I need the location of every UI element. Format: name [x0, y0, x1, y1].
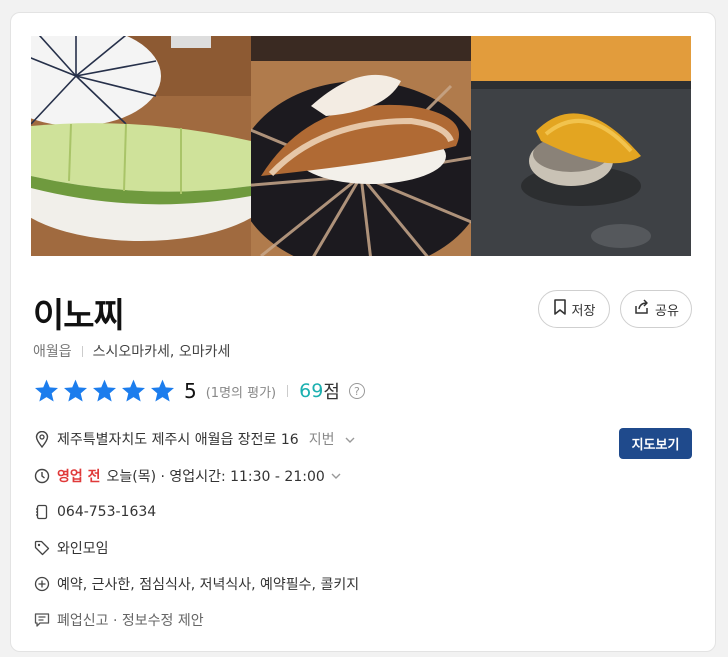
hours-text: 오늘(목) · 영업시간: 11:30 - 21:00 [106, 469, 325, 485]
address-toggle-label: 지번 [308, 432, 335, 448]
place-card: 이노찌 저장 공유 애월읍 스시오마카세, 오마카세 5 (1명의 평가) 69… [10, 12, 716, 652]
review-count[interactable]: (1명의 평가) [206, 382, 276, 401]
hours-row[interactable]: 영업 전 오늘(목) · 영업시간: 11:30 - 21:00 [33, 466, 341, 486]
points-value: 69 [299, 380, 324, 402]
area-label: 애월읍 [33, 344, 72, 360]
location-pin-icon [33, 430, 51, 448]
star-icon [64, 379, 87, 402]
rating-score: 5 [184, 379, 197, 403]
phone-row: 064-753-1634 [33, 502, 156, 522]
report-text[interactable]: 폐업신고 · 정보수정 제안 [57, 610, 204, 630]
place-name: 이노찌 [33, 296, 125, 336]
address-row: 제주특별자치도 제주시 애월읍 장전로 16 지번 [33, 429, 355, 449]
clock-icon [33, 467, 51, 485]
save-button[interactable]: 저장 [538, 290, 610, 328]
share-button[interactable]: 공유 [620, 290, 692, 328]
open-status: 영업 전 [57, 469, 101, 485]
save-label: 저장 [571, 303, 596, 319]
plus-circle-icon [33, 575, 51, 593]
photo-1[interactable] [31, 36, 251, 256]
share-icon [633, 299, 650, 319]
bookmark-icon [553, 299, 567, 319]
share-label: 공유 [655, 303, 679, 319]
star-icon [93, 379, 116, 402]
category-label: 스시오마카세, 오마카세 [92, 344, 231, 360]
address-text: 제주특별자치도 제주시 애월읍 장전로 16 [57, 432, 299, 448]
tags-row: 와인모임 [33, 538, 109, 558]
star-rating [33, 378, 176, 404]
rating-row: 5 (1명의 평가) 69 점 ? [33, 377, 365, 405]
points-unit: 점 [323, 382, 340, 403]
category-line: 애월읍 스시오마카세, 오마카세 [33, 341, 230, 361]
tags-text: 와인모임 [57, 541, 109, 557]
help-icon[interactable]: ? [348, 383, 365, 399]
star-icon [35, 379, 58, 402]
phone-icon [33, 503, 51, 521]
address-toggle[interactable]: 지번 [309, 429, 355, 449]
star-icon [151, 379, 174, 402]
features-text: 예약, 근사한, 점심식사, 저녁식사, 예약필수, 콜키지 [57, 577, 360, 593]
features-row: 예약, 근사한, 점심식사, 저녁식사, 예약필수, 콜키지 [33, 574, 359, 594]
map-view-button[interactable]: 지도보기 [619, 428, 692, 459]
tag-icon [33, 539, 51, 557]
photo-gallery [31, 36, 691, 256]
report-row[interactable]: 폐업신고 · 정보수정 제안 [33, 610, 204, 630]
photo-2[interactable] [251, 36, 471, 256]
chevron-down-icon [345, 437, 355, 443]
photo-3[interactable] [471, 36, 691, 256]
star-icon [122, 379, 145, 402]
phone-number[interactable]: 064-753-1634 [57, 504, 156, 520]
divider [81, 345, 83, 357]
report-icon [33, 611, 51, 629]
divider [287, 385, 289, 397]
chevron-down-icon [331, 473, 341, 479]
